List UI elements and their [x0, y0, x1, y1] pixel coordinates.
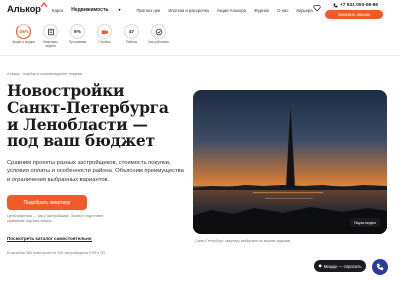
chat-icon: ◆ — [318, 263, 322, 268]
logo[interactable]: Алькор — [7, 2, 48, 15]
breadcrumb: Алькор · подбор и сопровождение покупки — [7, 72, 83, 76]
pause-video-button[interactable]: Пауза видео — [349, 218, 380, 227]
quick-link-label: Как работаем — [148, 40, 169, 44]
check-icon — [151, 24, 166, 39]
chat-button[interactable]: ◆ Мицар — спросить — [314, 260, 366, 272]
phone-number[interactable]: +7 931 000-08-86 — [333, 3, 378, 8]
quick-links: -36% Акции и скидки Квартиры недели 6% П… — [12, 24, 174, 48]
callback-button[interactable]: Заказать звонок — [325, 10, 383, 19]
quick-link-districts[interactable]: 47 Районы — [120, 24, 143, 48]
nav-item-map[interactable]: Карта — [52, 8, 63, 13]
sales-badge: -36% — [16, 24, 31, 39]
apartment-icon — [43, 24, 58, 39]
quick-link-programs[interactable]: 6% Программы — [66, 24, 89, 48]
phone-icon — [333, 3, 338, 8]
nav-item-mortgage[interactable]: Ипотека и рассрочка — [168, 8, 208, 13]
quick-link-label: Акции и скидки — [12, 40, 35, 44]
districts-badge: 47 — [124, 24, 139, 39]
nav-item-journal[interactable]: Журнал — [254, 8, 269, 13]
hero-lead: Сравним проекты разных застройщиков, сто… — [7, 160, 184, 183]
logo-mark-icon — [40, 2, 48, 8]
quick-link-how-we-work[interactable]: Как работаем — [147, 24, 170, 48]
chat-label: Мицар — спросить — [323, 263, 362, 269]
heart-icon[interactable] — [313, 4, 321, 12]
catalog-link[interactable]: Посмотреть каталог самостоятельно — [7, 236, 92, 242]
nav-item-about[interactable]: О нас — [277, 8, 288, 13]
phone-number-text: +7 931 000-08-86 — [340, 3, 379, 8]
chevron-down-icon: ▾ — [118, 7, 121, 13]
nav-item-promotions[interactable]: Акции Алькора — [217, 8, 246, 13]
pick-apartment-button[interactable]: Подобрать квартиру — [7, 195, 87, 210]
quick-link-sales[interactable]: -36% Акции и скидки — [12, 24, 35, 48]
hero-photo: Пауза видео — [193, 90, 387, 234]
quick-link-apartments[interactable]: Квартиры недели — [39, 24, 62, 48]
phone-icon — [376, 263, 384, 271]
price-note: Цена квартиры — как у застройщика. Экспе… — [7, 214, 104, 223]
header-divider — [0, 55, 400, 56]
logo-text: Алькор — [7, 4, 41, 15]
nav-item-realty[interactable]: Недвижимость ▾ — [71, 7, 128, 13]
quick-link-label: Районы — [125, 40, 138, 44]
quick-link-construction[interactable]: Стройка — [93, 24, 116, 48]
quick-link-label: Программы — [68, 40, 87, 44]
city-sunset-image — [193, 90, 387, 234]
nav-item-realty-label: Недвижимость — [71, 7, 109, 14]
title-line: под ваш бюджет — [7, 131, 155, 151]
photo-caption: Санкт-Петербург: квартиру выбираем по ва… — [195, 239, 291, 243]
quick-link-label: Квартиры недели — [43, 40, 58, 48]
catalog-note: В каталоге 365 новостроек от 150 застрой… — [7, 251, 106, 255]
camera-icon — [97, 24, 112, 39]
main-nav: Карта Недвижимость ▾ Прогноз цен Ипотека … — [52, 7, 321, 13]
programs-badge: 6% — [70, 24, 85, 39]
nav-item-price-forecast[interactable]: Прогноз цен — [137, 8, 161, 13]
quick-link-label: Стройка — [98, 40, 111, 44]
nav-item-career[interactable]: Карьера — [296, 8, 312, 13]
call-fab-button[interactable] — [372, 259, 388, 275]
page-title: Новостройки Санкт-Петербурга и Ленобласт… — [7, 82, 187, 151]
